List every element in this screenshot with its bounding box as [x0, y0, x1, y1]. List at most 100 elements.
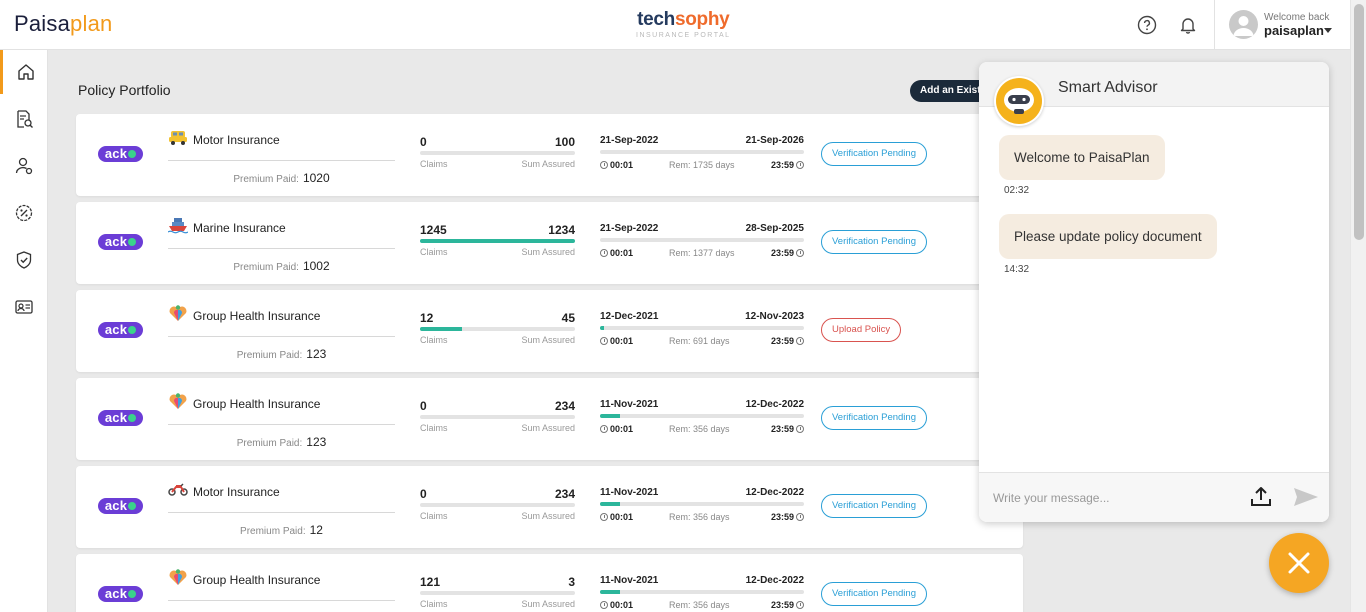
start-time: 00:01 [600, 248, 633, 258]
claims-progress-bar [420, 591, 575, 595]
username[interactable]: paisaplan [1264, 23, 1324, 38]
bell-icon[interactable] [1178, 15, 1198, 35]
sum-assured-label: Sum Assured [521, 423, 575, 433]
policy-name[interactable]: Group Health Insurance [193, 397, 320, 411]
sum-assured-label: Sum Assured [521, 159, 575, 169]
start-time: 00:01 [600, 336, 633, 346]
sidebar-item-home[interactable] [0, 50, 48, 94]
percent-badge-icon [15, 204, 33, 222]
sidebar-item-protection[interactable] [0, 238, 48, 282]
policy-name[interactable]: Group Health Insurance [193, 309, 320, 323]
claims-label: Claims [420, 511, 448, 521]
premium-paid: Premium Paid: 1002 [233, 259, 330, 273]
status-badge[interactable]: Verification Pending [821, 230, 927, 254]
paisaplan-logo[interactable]: Paisaplan [14, 11, 112, 37]
policy-name[interactable]: Motor Insurance [193, 485, 280, 499]
policy-card[interactable]: ack Group Health Insurance Premium Paid:… [76, 554, 1023, 612]
scrollbar-thumb[interactable] [1354, 4, 1364, 240]
health-heart-icon [168, 392, 188, 410]
close-icon [1288, 552, 1310, 574]
send-icon[interactable] [1292, 485, 1320, 509]
end-time: 23:59 [771, 512, 804, 522]
sidebar-item-documents[interactable] [0, 285, 48, 329]
brand-subtitle: INSURANCE PORTAL [636, 32, 731, 39]
end-date: 28-Sep-2025 [745, 223, 804, 234]
start-date: 11-Nov-2021 [600, 487, 659, 498]
insurer-logo: ack [98, 234, 143, 250]
end-time: 23:59 [771, 336, 804, 346]
status-badge[interactable]: Verification Pending [821, 142, 927, 166]
policy-card[interactable]: ack Motor Insurance Premium Paid: 1020 0 … [76, 114, 1023, 196]
policy-card[interactable]: ack Group Health Insurance Premium Paid:… [76, 290, 1023, 372]
claims-value: 0 [420, 487, 427, 501]
page-scrollbar[interactable] [1350, 0, 1366, 612]
close-chat-button[interactable] [1269, 533, 1329, 593]
clock-icon [600, 161, 608, 169]
policy-name[interactable]: Motor Insurance [193, 133, 280, 147]
shield-check-icon [16, 251, 32, 269]
claims-label: Claims [420, 599, 448, 609]
sum-assured-value: 100 [554, 135, 575, 149]
insurer-logo: ack [98, 586, 143, 602]
sidebar-item-offers[interactable] [0, 191, 48, 235]
term-progress-bar [600, 150, 804, 154]
smart-advisor-panel: Smart Advisor Welcome to PaisaPlan 02:32… [979, 62, 1329, 522]
chat-input-bar [979, 472, 1329, 522]
insurer-logo: ack [98, 410, 143, 426]
policy-name[interactable]: Marine Insurance [193, 221, 286, 235]
end-time: 23:59 [771, 424, 804, 434]
sidebar [0, 50, 48, 612]
claims-label: Claims [420, 335, 448, 345]
term-progress-bar [600, 414, 804, 418]
chevron-down-icon[interactable] [1324, 28, 1332, 33]
start-time: 00:01 [600, 600, 633, 610]
avatar-icon[interactable] [1229, 10, 1258, 39]
premium-paid: Premium Paid: 1020 [233, 171, 330, 185]
end-date: 12-Dec-2022 [745, 575, 804, 586]
page-title: Policy Portfolio [78, 82, 171, 98]
upload-icon[interactable] [1249, 485, 1273, 509]
policy-list: ack Motor Insurance Premium Paid: 1020 0 … [76, 114, 1023, 612]
remaining-days: Rem: 1735 days [669, 160, 735, 170]
policy-card[interactable]: ack Group Health Insurance Premium Paid:… [76, 378, 1023, 460]
health-heart-icon [168, 568, 188, 586]
status-badge[interactable]: Verification Pending [821, 582, 927, 606]
insurer-logo: ack [98, 498, 143, 514]
sum-assured-label: Sum Assured [521, 335, 575, 345]
remaining-days: Rem: 356 days [669, 512, 730, 522]
divider [168, 336, 395, 337]
chat-message-input[interactable] [993, 489, 1233, 507]
policy-card[interactable]: ack Marine Insurance Premium Paid: 1002 1… [76, 202, 1023, 284]
sum-assured-label: Sum Assured [521, 247, 575, 257]
sidebar-item-profile[interactable] [0, 144, 48, 188]
chat-message: Please update policy document [999, 214, 1217, 259]
policy-search-icon [17, 110, 33, 128]
clock-icon [600, 513, 608, 521]
clock-icon [796, 337, 804, 345]
status-badge[interactable]: Verification Pending [821, 494, 927, 518]
claims-value: 12 [420, 311, 434, 325]
status-badge[interactable]: Verification Pending [821, 406, 927, 430]
remaining-days: Rem: 356 days [669, 600, 730, 610]
divider [168, 600, 395, 601]
policy-name[interactable]: Group Health Insurance [193, 573, 320, 587]
policy-card[interactable]: ack Motor Insurance Premium Paid: 12 0 23… [76, 466, 1023, 548]
claims-value: 1245 [420, 223, 447, 237]
sum-assured-value: 1234 [548, 223, 575, 237]
help-icon[interactable] [1137, 15, 1157, 35]
start-date: 21-Sep-2022 [600, 135, 659, 146]
end-time: 23:59 [771, 160, 804, 170]
term-progress-bar [600, 326, 804, 330]
sum-assured-value: 234 [554, 399, 575, 413]
claims-progress-bar [420, 239, 575, 243]
term-progress-bar [600, 502, 804, 506]
remaining-days: Rem: 691 days [669, 336, 730, 346]
sidebar-item-policies[interactable] [0, 97, 48, 141]
start-date: 21-Sep-2022 [600, 223, 659, 234]
end-date: 12-Dec-2022 [745, 399, 804, 410]
claims-value: 0 [420, 399, 427, 413]
status-badge[interactable]: Upload Policy [821, 318, 902, 342]
clock-icon [796, 513, 804, 521]
robot-icon [994, 76, 1044, 126]
claims-progress-bar [420, 151, 575, 155]
